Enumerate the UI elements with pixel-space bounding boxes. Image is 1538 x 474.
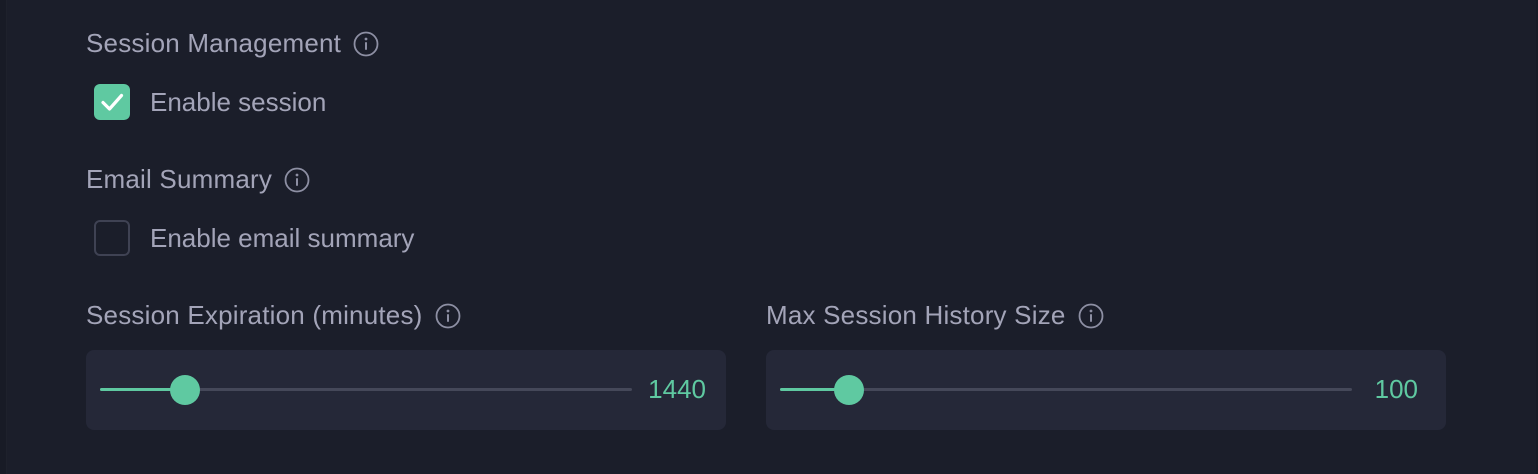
- enable-email-summary-row[interactable]: Enable email summary: [94, 220, 414, 256]
- session-expiration-heading: Session Expiration (minutes): [86, 300, 461, 331]
- session-expiration-slider-thumb[interactable]: [170, 375, 200, 405]
- enable-email-summary-label[interactable]: Enable email summary: [150, 223, 414, 254]
- max-history-slider-card: 100: [766, 350, 1446, 430]
- check-icon: [101, 93, 124, 111]
- info-icon[interactable]: [353, 31, 379, 57]
- max-history-value: 100: [1374, 374, 1418, 404]
- email-summary-heading: Email Summary: [86, 164, 310, 195]
- info-icon[interactable]: [435, 303, 461, 329]
- session-expiration-slider-card: 1440: [86, 350, 726, 430]
- max-history-slider-track[interactable]: [780, 388, 1352, 391]
- left-panel-edge: [0, 0, 7, 474]
- max-history-heading: Max Session History Size: [766, 300, 1104, 331]
- session-management-heading: Session Management: [86, 28, 379, 59]
- info-icon[interactable]: [284, 167, 310, 193]
- session-management-title: Session Management: [86, 28, 342, 58]
- max-history-slider-thumb[interactable]: [834, 375, 864, 405]
- enable-email-summary-checkbox[interactable]: [94, 220, 130, 256]
- session-expiration-label: Session Expiration (minutes): [86, 300, 423, 330]
- info-icon[interactable]: [1078, 303, 1104, 329]
- enable-session-checkbox[interactable]: [94, 84, 130, 120]
- enable-session-label[interactable]: Enable session: [150, 87, 326, 118]
- email-summary-title: Email Summary: [86, 164, 273, 194]
- max-history-label: Max Session History Size: [766, 300, 1066, 330]
- session-expiration-value: 1440: [648, 374, 706, 404]
- enable-session-row[interactable]: Enable session: [94, 84, 326, 120]
